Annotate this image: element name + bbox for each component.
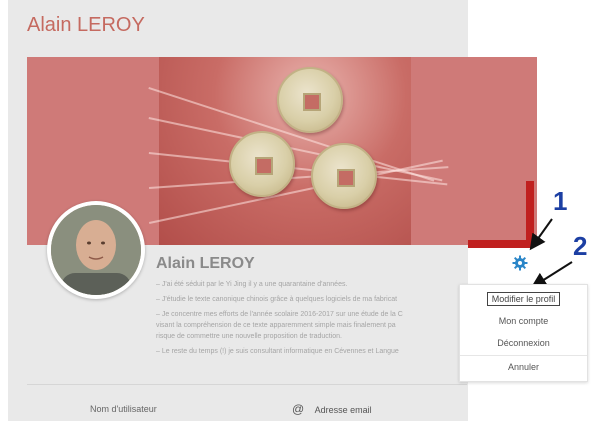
bio-line: – Le reste du temps (!) je suis consulta… xyxy=(156,348,399,355)
annotation-red-bracket xyxy=(468,240,534,248)
bio-line: risque de commettre une nouvelle proposi… xyxy=(156,333,342,340)
at-icon: @ xyxy=(292,402,305,416)
bio-line: – J'étudie le texte canonique chinois gr… xyxy=(156,296,398,303)
coin-image xyxy=(229,131,295,197)
email-label: Adresse email xyxy=(314,405,372,415)
annotation-step-1: 1 xyxy=(553,186,568,216)
settings-dropdown-menu: Modifier le profil Mon compte Déconnexio… xyxy=(459,284,588,382)
email-field-label: @ Adresse email xyxy=(292,400,372,418)
menu-item-logout[interactable]: Déconnexion xyxy=(460,338,587,348)
gear-icon[interactable] xyxy=(512,255,528,271)
divider xyxy=(27,384,467,385)
menu-item-cancel[interactable]: Annuler xyxy=(460,362,587,372)
bio-line: – J'ai été séduit par le Yi Jing il y a … xyxy=(156,281,348,288)
menu-item-edit-profile[interactable]: Modifier le profil xyxy=(460,292,587,306)
username-label: Nom d'utilisateur xyxy=(90,404,157,414)
annotation-step-2: 2 xyxy=(573,231,588,261)
coin-image xyxy=(311,143,377,209)
avatar xyxy=(47,201,145,299)
annotation-red-bracket xyxy=(526,181,534,247)
banner-photo xyxy=(148,57,449,245)
bio-line: – Je concentre mes efforts de l'année sc… xyxy=(156,311,403,318)
menu-item-my-account[interactable]: Mon compte xyxy=(460,316,587,326)
coin-image xyxy=(277,67,343,133)
menu-item-label: Modifier le profil xyxy=(486,292,561,306)
bio-line: visant la compréhension de ce texte appa… xyxy=(156,322,396,329)
profile-bio: – J'ai été séduit par le Yi Jing il y a … xyxy=(156,279,456,361)
page-title: Alain LEROY xyxy=(27,14,145,36)
profile-name: Alain LEROY xyxy=(156,255,255,272)
avatar-photo xyxy=(51,205,141,295)
menu-separator xyxy=(460,355,587,356)
